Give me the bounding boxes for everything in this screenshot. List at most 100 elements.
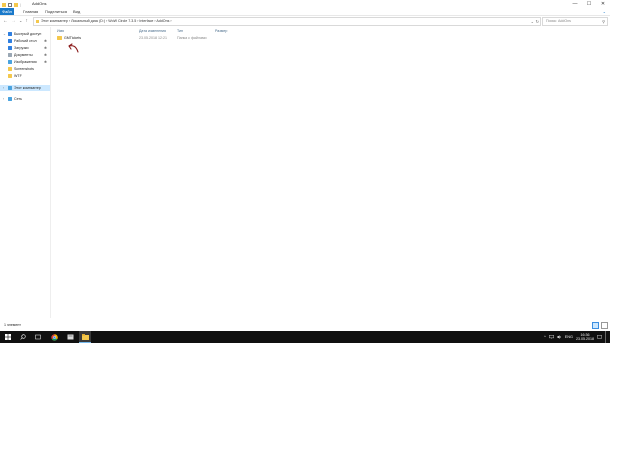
navigation-buttons: ← → ⌄ ↑	[3, 16, 28, 26]
pinned-app-icon[interactable]	[64, 331, 76, 343]
clock[interactable]: 16:36 23.05.2018	[576, 333, 594, 342]
close-button[interactable]: ✕	[596, 0, 610, 8]
sidebar-item-pictures[interactable]: Изображения ✱	[0, 59, 50, 65]
network-icon	[8, 97, 12, 101]
item-count: 1 элемент	[4, 323, 21, 327]
file-date: 23.05.2018 12:21	[139, 36, 167, 40]
table-row[interactable]: GMTickets 23.05.2018 12:21 Папка с файла…	[57, 35, 237, 41]
expand-icon[interactable]: ›	[3, 85, 4, 91]
folder-icon	[2, 3, 6, 7]
chevron-down-icon[interactable]: ⌄	[603, 8, 606, 15]
recent-locations-icon[interactable]: ⌄	[19, 16, 22, 26]
volume-icon[interactable]	[557, 334, 562, 340]
breadcrumb-separator-icon[interactable]: ›	[170, 19, 171, 23]
details-view-icon[interactable]	[592, 322, 599, 329]
sidebar-item-this-pc[interactable]: › Этот компьютер	[0, 85, 50, 91]
sidebar-item-wtf[interactable]: WTF	[0, 73, 50, 79]
sidebar-item-desktop[interactable]: Рабочий стол ✱	[0, 38, 50, 44]
pictures-icon	[8, 60, 12, 64]
sidebar-item-label: Быстрый доступ	[14, 32, 42, 36]
sidebar-item-network[interactable]: › Сеть	[0, 96, 50, 102]
address-row: ← → ⌄ ↑ Этот компьютер › Локальный диск …	[0, 15, 610, 27]
sidebar-item-quick-access[interactable]: ⌄ Быстрый доступ	[0, 31, 50, 37]
sidebar-item-screenshots[interactable]: Screenshots	[0, 66, 50, 72]
forward-icon[interactable]: →	[11, 16, 16, 26]
task-view-icon[interactable]	[32, 331, 44, 343]
tab-file[interactable]: Файл	[0, 8, 14, 15]
download-icon	[8, 46, 12, 50]
ribbon-tabs: Файл Главная Поделиться Вид ⌄	[0, 8, 610, 15]
breadcrumb-item[interactable]: Этот компьютер	[41, 19, 68, 23]
address-dropdown-icon[interactable]: ⌄	[531, 18, 534, 25]
back-icon[interactable]: ←	[3, 16, 8, 26]
taskbar: ^ ENG 16:36 23.05.2018	[0, 331, 610, 343]
windows-start-icon[interactable]	[2, 331, 14, 343]
documents-icon	[8, 53, 12, 57]
folder-icon[interactable]	[14, 3, 18, 7]
folder-icon	[8, 67, 12, 71]
breadcrumb-item[interactable]: Interface	[139, 19, 153, 23]
collapse-icon[interactable]: ⌄	[3, 31, 6, 37]
file-list: Имя Дата изменения Тип Размер GMTickets …	[51, 27, 610, 318]
sidebar-item-label: Документы	[14, 53, 33, 57]
address-bar[interactable]: Этот компьютер › Локальный диск (D:) › W…	[33, 17, 541, 26]
expand-icon[interactable]: ›	[3, 96, 4, 102]
column-header-name[interactable]: Имя	[57, 28, 64, 34]
title-bar: | AddOns — ☐ ✕	[0, 0, 610, 8]
pin-icon: ✱	[44, 39, 48, 43]
breadcrumb-separator-icon[interactable]: ›	[69, 19, 70, 23]
sidebar-item-label: Этот компьютер	[14, 86, 41, 90]
file-name[interactable]: GMTickets	[64, 35, 81, 41]
search-input[interactable]: Поиск: AddOns ⚲	[542, 17, 608, 26]
show-desktop-button[interactable]	[605, 331, 608, 343]
sidebar-item-downloads[interactable]: Загрузки ✱	[0, 45, 50, 51]
column-header-date[interactable]: Дата изменения	[139, 28, 166, 34]
system-tray: ^ ENG 16:36 23.05.2018	[544, 331, 608, 343]
chrome-icon[interactable]	[48, 331, 60, 343]
column-header-size[interactable]: Размер	[215, 28, 227, 34]
folder-icon	[57, 36, 62, 40]
sidebar-item-documents[interactable]: Документы ✱	[0, 52, 50, 58]
network-icon[interactable]	[548, 334, 554, 340]
maximize-button[interactable]: ☐	[582, 0, 596, 8]
navigation-pane: ⌄ Быстрый доступ Рабочий стол ✱ Загрузки…	[0, 27, 51, 318]
search-placeholder: Поиск: AddOns	[546, 19, 571, 23]
breadcrumb-item[interactable]: WoW Circle 7.3.5	[108, 19, 136, 23]
sidebar-item-label: WTF	[14, 74, 22, 78]
sidebar-item-label: Screenshots	[14, 67, 34, 71]
folder-icon	[8, 74, 12, 78]
search-icon[interactable]: ⚲	[602, 18, 605, 25]
tab-share[interactable]: Поделиться	[42, 8, 70, 15]
search-icon[interactable]	[17, 331, 29, 343]
breadcrumb-item[interactable]: Локальный диск (D:)	[71, 19, 105, 23]
window-controls: — ☐ ✕	[568, 0, 610, 8]
folder-icon	[36, 20, 39, 23]
sidebar-item-label: Рабочий стол	[14, 39, 37, 43]
pin-icon: ✱	[44, 53, 48, 57]
explorer-window: | AddOns — ☐ ✕ Файл Главная Поделиться В…	[0, 0, 610, 331]
language-indicator[interactable]: ENG	[565, 335, 573, 339]
checkbox-icon[interactable]	[8, 3, 12, 7]
pin-icon: ✱	[44, 46, 48, 50]
show-hidden-icons-icon[interactable]: ^	[544, 335, 546, 339]
notifications-icon[interactable]	[597, 334, 602, 340]
file-type: Папка с файлами	[177, 36, 207, 40]
tab-view[interactable]: Вид	[70, 8, 83, 15]
column-header-type[interactable]: Тип	[177, 28, 183, 34]
tab-home[interactable]: Главная	[20, 8, 41, 15]
breadcrumb: Этот компьютер › Локальный диск (D:) › W…	[41, 18, 172, 25]
file-explorer-icon[interactable]	[79, 331, 91, 343]
clock-date: 23.05.2018	[576, 337, 594, 341]
annotation-arrow-icon	[68, 43, 79, 53]
sidebar-item-label: Изображения	[14, 60, 37, 64]
refresh-icon[interactable]: ↻	[536, 18, 539, 25]
sidebar-item-label: Загрузки	[14, 46, 29, 50]
computer-icon	[8, 86, 12, 90]
status-bar: 1 элемент	[0, 321, 610, 329]
breadcrumb-item[interactable]: AddOns	[156, 19, 169, 23]
up-icon[interactable]: ↑	[25, 16, 28, 26]
minimize-button[interactable]: —	[568, 0, 582, 8]
star-icon	[8, 32, 12, 36]
view-switcher	[592, 322, 608, 329]
large-icons-view-icon[interactable]	[601, 322, 608, 329]
